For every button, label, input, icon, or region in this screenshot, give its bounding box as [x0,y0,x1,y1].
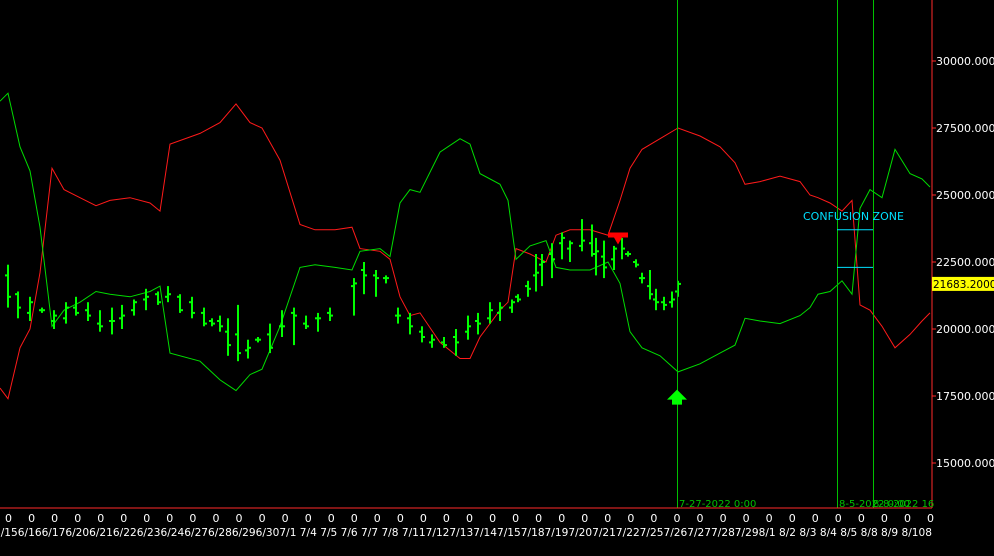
x-tick-label: 0 [351,512,358,525]
price-tag-value: 21683.20000 [933,279,994,291]
x-tick-label: 0 [305,512,312,525]
x-tick-label: 0 [97,512,104,525]
x-tick-label: 0 [904,512,911,525]
x-tick-label: 0 [927,512,934,525]
price-chart: 15000.00000 17500.00000 20000.00000 22500.0… [0,0,994,556]
y-tick-label: 30000.00000 [936,55,994,68]
x-tick-label: 0 [166,512,173,525]
current-price-tag: 21683.20000 [932,276,994,291]
x-tick-label: 0 [74,512,81,525]
vline-1-label: 7-27-2022 0:00 [679,499,756,510]
x-tick-label: 0 [282,512,289,525]
x-tick-label: 0 [650,512,657,525]
x-tick-label: 0 [143,512,150,525]
x-tick-label: 0 [581,512,588,525]
x-tick-label: 0 [466,512,473,525]
x-tick-label: 0 [5,512,12,525]
x-tick-label: 0 [489,512,496,525]
x-tick-label: 0 [743,512,750,525]
x-tick-label: 0 [835,512,842,525]
x-tick-label: 0 [535,512,542,525]
x-tick-label: 0 [374,512,381,525]
x-axis-date-labels: 6/156/166/176/206/216/226/236/246/276/28… [0,526,932,539]
x-tick-label: 0 [697,512,704,525]
vline-3-label: 8-8-2022 16 [873,499,934,510]
y-tick-label: 17500.00000 [936,390,994,403]
y-tick-label: 20000.00000 [936,323,994,336]
y-tick-label: 27500.00000 [936,122,994,135]
y-tick-label: 22500.00000 [936,256,994,269]
x-tick-label: 0 [51,512,58,525]
x-tick-label: 0 [674,512,681,525]
x-tick-label: 0 [236,512,243,525]
x-tick-label: 0 [766,512,773,525]
x-tick-label: 0 [558,512,565,525]
y-tick-label: 15000.00000 [936,457,994,470]
x-tick-label: 0 [443,512,450,525]
x-tick-label: 0 [259,512,266,525]
x-tick-label: 0 [858,512,865,525]
x-tick-label: 0 [328,512,335,525]
x-tick-label: 0 [881,512,888,525]
x-tick-label: 0 [397,512,404,525]
x-tick-label: 0 [120,512,127,525]
x-tick-label: 0 [627,512,634,525]
x-tick-label: 0 [720,512,727,525]
x-tick-label: 0 [28,512,35,525]
x-tick-label: 0 [420,512,427,525]
x-tick-label: 0 [213,512,220,525]
y-tick-label: 25000.00000 [936,189,994,202]
chart-background [0,0,994,556]
x-tick-label: 0 [789,512,796,525]
confusion-zone-label: CONFUSION ZONE [803,210,904,223]
x-tick-label: 0 [604,512,611,525]
x-tick-label: 0 [812,512,819,525]
x-tick-label: 0 [512,512,519,525]
x-tick-label: 0 [189,512,196,525]
